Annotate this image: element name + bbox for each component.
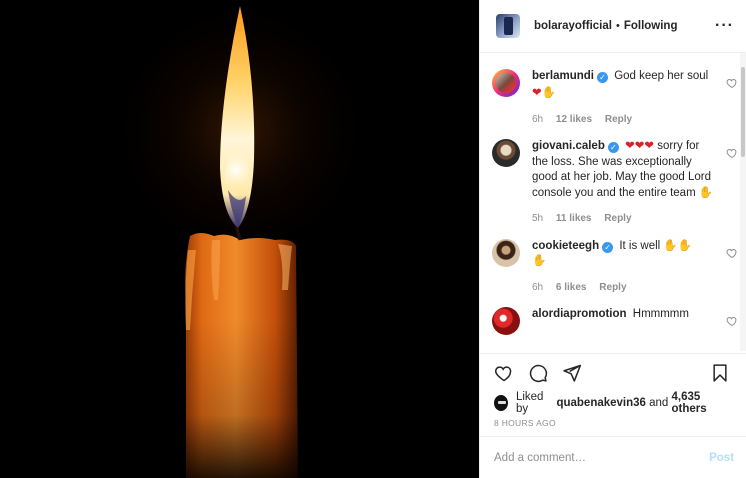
add-comment-bar: Post bbox=[480, 436, 746, 478]
post-side-panel: bolarayofficial • Following ··· berlamun… bbox=[479, 0, 746, 478]
scrollbar-thumb[interactable] bbox=[741, 66, 745, 157]
instagram-post-modal: bolarayofficial • Following ··· berlamun… bbox=[0, 0, 746, 478]
comment-text: God keep her soul bbox=[614, 69, 709, 82]
comment-meta: 5h 11 likes Reply bbox=[532, 211, 716, 227]
others-likes-link[interactable]: 4,635 others bbox=[672, 391, 730, 415]
like-comment-heart-icon[interactable] bbox=[726, 77, 738, 89]
comment-username[interactable]: berlamundi bbox=[532, 70, 594, 82]
comment-time: 6h bbox=[532, 113, 544, 125]
commenter-avatar[interactable] bbox=[492, 139, 520, 168]
liked-by-prefix: Liked by bbox=[515, 391, 544, 416]
header-separator: • bbox=[615, 19, 620, 32]
comment-item: giovani.caleb ✓ ❤❤❤ sorry for the loss. S… bbox=[492, 139, 737, 227]
candle-image bbox=[0, 0, 479, 478]
comment-time: 6h bbox=[532, 281, 544, 293]
comment-body: berlamundi ✓ God keep her soul ❤✋ 6h 12 l… bbox=[532, 69, 716, 128]
author-username[interactable]: bolarayofficial bbox=[534, 20, 612, 32]
comment-item: alordiapromotion Hmmmmm bbox=[492, 307, 737, 336]
like-comment-heart-icon[interactable] bbox=[726, 315, 738, 327]
post-comment-button[interactable]: Post bbox=[709, 452, 734, 464]
likes-joiner: and bbox=[649, 397, 669, 410]
liker-username[interactable]: quabenakevin36 bbox=[556, 397, 645, 409]
verified-badge-icon: ✓ bbox=[607, 142, 619, 154]
share-paper-plane-icon[interactable] bbox=[562, 363, 582, 383]
like-comment-heart-icon[interactable] bbox=[726, 147, 738, 159]
comment-meta: 6h 12 likes Reply bbox=[532, 112, 716, 128]
commenter-avatar[interactable] bbox=[492, 307, 520, 336]
comment-username[interactable]: alordiapromotion bbox=[532, 308, 627, 320]
comment-username[interactable]: giovani.caleb bbox=[532, 140, 605, 152]
post-timestamp[interactable]: 8 HOURS AGO bbox=[480, 414, 746, 436]
comment-item: berlamundi ✓ God keep her soul ❤✋ 6h 12 l… bbox=[492, 69, 737, 128]
commenter-avatar[interactable] bbox=[492, 238, 520, 267]
add-comment-input[interactable] bbox=[494, 451, 710, 464]
likes-summary: Liked by quabenakevin36 and 4,635 others bbox=[480, 391, 746, 416]
comment-emojis: ❤✋ bbox=[532, 86, 716, 102]
comment-text: It is well bbox=[619, 239, 661, 252]
comment-username[interactable]: cookieteegh bbox=[532, 240, 599, 252]
post-actions-bar bbox=[480, 352, 746, 393]
save-bookmark-icon[interactable] bbox=[710, 363, 730, 383]
comment-meta: 6h 6 likes Reply bbox=[532, 280, 716, 296]
post-header: bolarayofficial • Following ··· bbox=[480, 0, 746, 53]
comment-time: 5h bbox=[532, 213, 544, 225]
more-options-icon[interactable]: ··· bbox=[715, 17, 734, 35]
reply-button[interactable]: Reply bbox=[599, 282, 626, 293]
comment-likes[interactable]: 12 likes bbox=[556, 114, 592, 125]
pray-emoji: ✋✋ bbox=[663, 239, 693, 252]
comment-emojis-line2: ✋ bbox=[532, 254, 716, 270]
liker-avatar[interactable] bbox=[494, 395, 508, 412]
comment-likes[interactable]: 6 likes bbox=[556, 282, 587, 293]
commenter-avatar[interactable] bbox=[492, 69, 520, 97]
following-button[interactable]: Following bbox=[624, 20, 678, 32]
like-heart-icon[interactable] bbox=[494, 363, 514, 383]
comments-list: berlamundi ✓ God keep her soul ❤✋ 6h 12 l… bbox=[480, 52, 746, 351]
pray-emoji: ✋ bbox=[541, 87, 556, 100]
comment-likes[interactable]: 11 likes bbox=[556, 213, 592, 224]
reply-button[interactable]: Reply bbox=[604, 213, 631, 224]
comment-bubble-icon[interactable] bbox=[528, 363, 548, 383]
comment-body: giovani.caleb ✓ ❤❤❤ sorry for the loss. S… bbox=[532, 139, 716, 227]
comment-text: Hmmmmm bbox=[632, 308, 689, 321]
like-comment-heart-icon[interactable] bbox=[726, 247, 738, 259]
comment-body: cookieteegh ✓ It is well ✋✋ ✋ 6h 6 likes … bbox=[532, 239, 716, 296]
pray-emoji: ✋ bbox=[532, 255, 547, 268]
comment-item: cookieteegh ✓ It is well ✋✋ ✋ 6h 6 likes … bbox=[492, 238, 737, 296]
hearts-emoji: ❤❤❤ bbox=[625, 140, 654, 153]
verified-badge-icon: ✓ bbox=[596, 71, 608, 83]
comments-scrollbar[interactable] bbox=[740, 52, 746, 351]
post-image bbox=[0, 0, 479, 478]
author-avatar[interactable] bbox=[496, 13, 520, 38]
heart-emoji: ❤ bbox=[532, 87, 542, 100]
reply-button[interactable]: Reply bbox=[605, 114, 632, 125]
pray-emoji: ✋ bbox=[698, 186, 714, 199]
comment-body: alordiapromotion Hmmmmm bbox=[532, 307, 716, 335]
verified-badge-icon: ✓ bbox=[602, 241, 614, 253]
